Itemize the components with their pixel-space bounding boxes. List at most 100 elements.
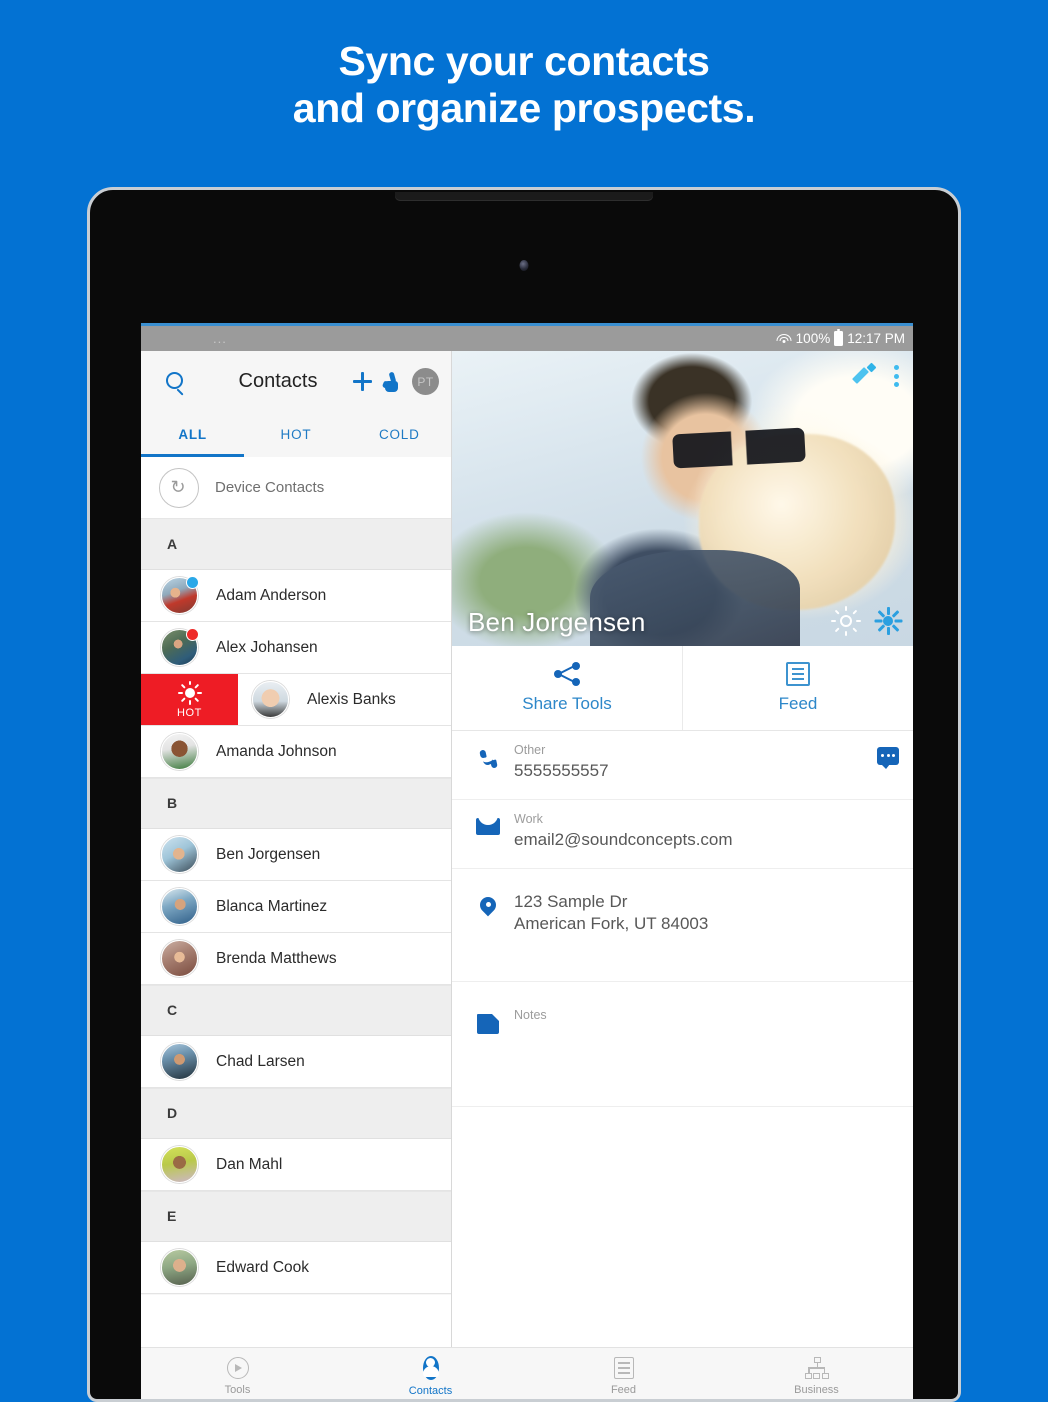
contact-photo	[161, 733, 198, 770]
contact-name: Blanca Martinez	[216, 897, 328, 915]
clock-label: 12:17 PM	[847, 331, 905, 346]
list-item[interactable]: Edward Cook	[141, 1242, 451, 1294]
device-contacts-label: Device Contacts	[215, 479, 325, 496]
location-pin-icon-wrap	[468, 891, 508, 919]
nav-item-business[interactable]: Business	[720, 1357, 913, 1396]
detail-action-row: Share Tools Feed	[452, 646, 913, 731]
contact-name: Alex Johansen	[216, 638, 318, 656]
app-body: Contacts PT ALL HOT COLD ↻ Device Contac…	[141, 351, 913, 1348]
phone-field[interactable]: Other 5555555557	[452, 731, 913, 800]
list-item[interactable]: Blanca Martinez	[141, 881, 451, 933]
email-label: Work	[514, 812, 543, 826]
nav-item-feed[interactable]: Feed	[527, 1357, 720, 1396]
photo-sunglasses	[672, 427, 807, 469]
list-item[interactable]: Chad Larsen	[141, 1036, 451, 1088]
contact-name: Dan Mahl	[216, 1155, 283, 1173]
tab-cold[interactable]: COLD	[348, 412, 451, 457]
message-icon[interactable]	[877, 747, 899, 769]
phone-icon	[478, 749, 498, 769]
status-badge	[186, 628, 199, 641]
device-contacts-row[interactable]: ↻ Device Contacts	[141, 457, 451, 519]
contact-photo	[161, 1043, 198, 1080]
contacts-person-icon	[421, 1356, 441, 1380]
hand-touch-icon[interactable]	[381, 371, 401, 392]
contact-photo	[161, 1249, 198, 1286]
avatar	[161, 836, 198, 873]
contact-photo	[252, 681, 289, 718]
feed-label: Feed	[778, 694, 818, 713]
hero-toolbar	[852, 362, 899, 387]
snowflake-cold-icon[interactable]	[873, 606, 903, 636]
contact-detail-name: Ben Jorgensen	[468, 607, 646, 637]
phone-value: 5555555557	[514, 761, 609, 780]
nav-item-tools[interactable]: Tools	[141, 1357, 334, 1396]
status-bar-right: 100% 12:17 PM	[776, 329, 905, 346]
app-bar-actions: PT	[353, 368, 439, 395]
share-icon	[554, 662, 580, 686]
list-item[interactable]: Amanda Johnson	[141, 726, 451, 778]
mark-hot-label: HOT	[176, 706, 203, 719]
add-contact-icon[interactable]	[353, 372, 372, 391]
avatar	[252, 681, 289, 718]
battery-icon	[834, 329, 844, 346]
email-value: email2@soundconcepts.com	[514, 830, 733, 849]
sync-icon: ↻	[159, 467, 199, 508]
sun-hot-icon[interactable]	[831, 606, 861, 636]
share-tools-label: Share Tools	[522, 694, 612, 713]
list-item[interactable]: Ben Jorgensen	[141, 829, 451, 881]
mail-icon	[476, 818, 500, 835]
tab-hot[interactable]: HOT	[244, 412, 347, 457]
nav-item-contacts[interactable]: Contacts	[334, 1356, 527, 1397]
contact-name: Edward Cook	[216, 1258, 310, 1276]
list-item[interactable]: Brenda Matthews	[141, 933, 451, 985]
avatar	[161, 733, 198, 770]
address-text: 123 Sample Dr American Fork, UT 84003	[508, 891, 897, 935]
promo-headline-line1: Sync your contacts	[338, 38, 710, 84]
kebab-menu-icon[interactable]	[894, 365, 899, 387]
bottom-navigation: Tools Contacts Feed Business	[141, 1347, 913, 1399]
avatar	[161, 940, 198, 977]
nav-label-business: Business	[794, 1384, 839, 1396]
tablet-device-frame: ... 100% 12:17 PM Contacts PT ALL HOT CO…	[87, 187, 961, 1402]
list-item[interactable]: Alex Johansen	[141, 622, 451, 674]
notes-field[interactable]: Notes	[452, 982, 913, 1107]
promo-headline-line2: and organize prospects.	[292, 85, 756, 131]
search-icon[interactable]	[163, 369, 189, 395]
sync-glyph: ↻	[170, 477, 186, 497]
email-field[interactable]: Work email2@soundconcepts.com	[452, 800, 913, 869]
location-pin-icon	[480, 897, 496, 919]
feed-button[interactable]: Feed	[682, 646, 913, 730]
contact-name: Alexis Banks	[307, 690, 396, 708]
notes-text: Notes	[508, 1008, 897, 1025]
status-bar-dots: ...	[213, 330, 227, 346]
list-item-swiped[interactable]: HOT Alexis Banks	[141, 674, 451, 726]
mark-hot-button[interactable]: HOT	[141, 674, 238, 725]
tab-all[interactable]: ALL	[141, 412, 244, 457]
share-tools-button[interactable]: Share Tools	[452, 646, 682, 730]
address-line2: American Fork, UT 84003	[514, 914, 709, 933]
section-header-b: B	[141, 778, 451, 829]
contacts-list-pane: Contacts PT ALL HOT COLD ↻ Device Contac…	[141, 351, 452, 1348]
device-speaker	[395, 192, 653, 201]
section-header-c: C	[141, 985, 451, 1036]
avatar	[161, 1249, 198, 1286]
contact-detail-pane: Ben Jorgensen Share Tools Feed Other 555…	[452, 351, 913, 1348]
contact-list[interactable]: ↻ Device Contacts A Adam Anderson Alex J…	[141, 457, 451, 1348]
list-item[interactable]: Dan Mahl	[141, 1139, 451, 1191]
list-item[interactable]: Adam Anderson	[141, 570, 451, 622]
contact-photo	[161, 836, 198, 873]
nav-label-contacts: Contacts	[408, 1385, 453, 1397]
tools-play-icon	[226, 1357, 249, 1379]
edit-pencil-icon[interactable]	[852, 362, 877, 385]
contact-photo	[161, 888, 198, 925]
avatar	[161, 576, 199, 614]
user-avatar[interactable]: PT	[412, 368, 439, 395]
notes-label: Notes	[514, 1008, 547, 1022]
sun-hot-icon	[177, 680, 202, 705]
contact-name: Brenda Matthews	[216, 949, 337, 967]
swiped-row-content[interactable]: Alexis Banks	[238, 674, 451, 725]
section-header-e: E	[141, 1191, 451, 1242]
section-header-d: D	[141, 1088, 451, 1139]
address-field[interactable]: 123 Sample Dr American Fork, UT 84003	[452, 869, 913, 982]
temperature-toggles	[831, 606, 903, 636]
